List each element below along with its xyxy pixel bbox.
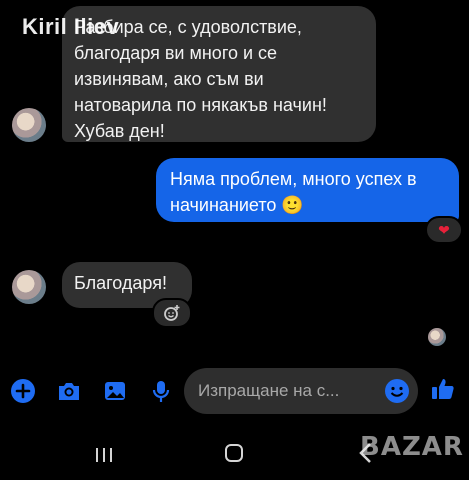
home-icon[interactable] <box>225 444 243 462</box>
emoji-icon[interactable] <box>384 378 410 404</box>
message-text: Благодаря! <box>74 273 167 293</box>
message-bubble-outgoing[interactable]: Няма проблем, много успех в начинанието … <box>156 158 459 222</box>
thumbs-up-icon[interactable] <box>430 376 456 402</box>
gallery-icon[interactable] <box>102 378 128 404</box>
contact-avatar[interactable] <box>12 108 46 142</box>
message-input-placeholder: Изпращане на с... <box>198 381 340 400</box>
sender-name-watermark: Kiril Iliev <box>22 14 120 39</box>
composer-bar: Изпращане на с... <box>0 366 469 414</box>
message-text: Няма проблем, много успех в начинанието … <box>170 169 417 215</box>
recent-apps-icon[interactable] <box>94 446 114 464</box>
camera-icon[interactable] <box>56 378 82 404</box>
add-reaction-icon <box>164 305 180 321</box>
message-input[interactable]: Изпращане на с... <box>184 368 418 414</box>
heart-reaction-badge[interactable]: ❤ <box>425 216 463 244</box>
contact-avatar[interactable] <box>12 270 46 304</box>
seen-indicator-avatar <box>428 328 446 346</box>
microphone-icon[interactable] <box>148 378 174 404</box>
bazar-watermark-logo: BAZAR <box>360 432 464 462</box>
heart-icon: ❤ <box>438 221 450 238</box>
add-reaction-button[interactable] <box>152 298 192 328</box>
plus-icon[interactable] <box>10 378 36 404</box>
